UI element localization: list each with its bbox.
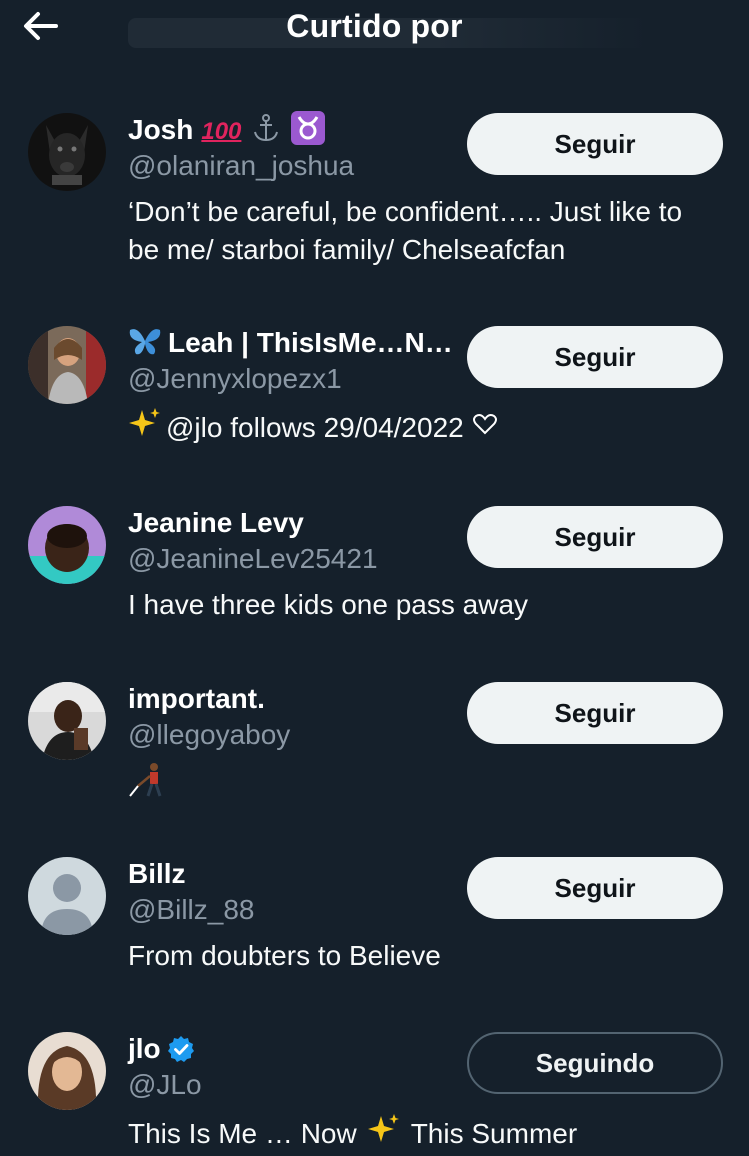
user-handle[interactable]: @JLo [128, 1068, 202, 1102]
follow-button[interactable]: Seguir [467, 682, 723, 744]
avatar[interactable] [28, 113, 106, 191]
user-bio: @jlo follows 29/04/2022 [128, 406, 728, 450]
name-emojis: 100 [201, 117, 242, 145]
avatar[interactable] [28, 326, 106, 404]
user-name[interactable]: Josh [128, 113, 193, 147]
user-name[interactable]: Jeanine Levy [128, 506, 304, 540]
avatar[interactable] [28, 506, 106, 584]
bio-line: @jlo follows 29/04/2022 [166, 412, 464, 443]
user-name-line[interactable]: Billz [128, 857, 186, 891]
bio-line: be me/ starboi family/ Chelseafcfan [128, 234, 566, 265]
anchor-icon [251, 113, 281, 148]
user-handle[interactable]: @JeanineLev25421 [128, 542, 378, 576]
person-with-cane-icon [128, 762, 168, 808]
user-handle[interactable]: @Billz_88 [128, 893, 254, 927]
bio-line: From doubters to Believe [128, 940, 441, 971]
user-bio [128, 762, 728, 808]
user-bio: ‘Don’t be careful, be confident….. Just … [128, 193, 728, 269]
bio-line: ‘Don’t be careful, be confident….. Just … [128, 196, 683, 227]
user-handle[interactable]: @Jennyxlopezx1 [128, 362, 342, 396]
user-handle[interactable]: @olaniran_joshua [128, 149, 354, 183]
user-bio: I have three kids one pass away [128, 586, 728, 624]
user-bio: From doubters to Believe [128, 937, 728, 975]
user-handle[interactable]: @llegoyaboy [128, 718, 290, 752]
user-name[interactable]: jlo [128, 1032, 161, 1066]
user-name-line[interactable]: important. [128, 682, 265, 716]
bio-line: I have three kids one pass away [128, 589, 529, 620]
avatar[interactable] [28, 682, 106, 760]
user-name[interactable]: Billz [128, 857, 186, 891]
butterfly-icon [128, 326, 162, 361]
bio-line: This Is Me … Now [128, 1118, 357, 1149]
top-bar: Curtido por [0, 0, 749, 58]
follow-button[interactable]: Seguir [467, 326, 723, 388]
follow-button[interactable]: Seguir [467, 113, 723, 175]
follow-button[interactable]: Seguir [467, 506, 723, 568]
page-title: Curtido por [286, 8, 463, 44]
user-bio: This Is Me … Now This Summer [128, 1112, 728, 1156]
verified-badge-icon [167, 1036, 194, 1062]
follow-button[interactable]: Seguir [467, 857, 723, 919]
user-name-line[interactable]: jlo [128, 1032, 195, 1066]
user-name-line[interactable]: Jeanine Levy [128, 506, 304, 540]
avatar[interactable] [28, 857, 106, 935]
user-name-line[interactable]: Leah | ThisIsMe…N… [128, 326, 453, 360]
following-button[interactable]: Seguindo [467, 1032, 723, 1094]
heart-icon [472, 409, 498, 447]
user-name[interactable]: Leah | ThisIsMe…N… [168, 326, 453, 360]
sparkles-icon [128, 406, 162, 450]
avatar[interactable] [28, 1032, 106, 1110]
user-name-line[interactable]: Josh 100 [128, 110, 326, 150]
bio-line: This Summer [410, 1118, 578, 1149]
user-name[interactable]: important. [128, 682, 265, 716]
taurus-icon [291, 110, 326, 150]
sparkles-icon [367, 1112, 401, 1156]
